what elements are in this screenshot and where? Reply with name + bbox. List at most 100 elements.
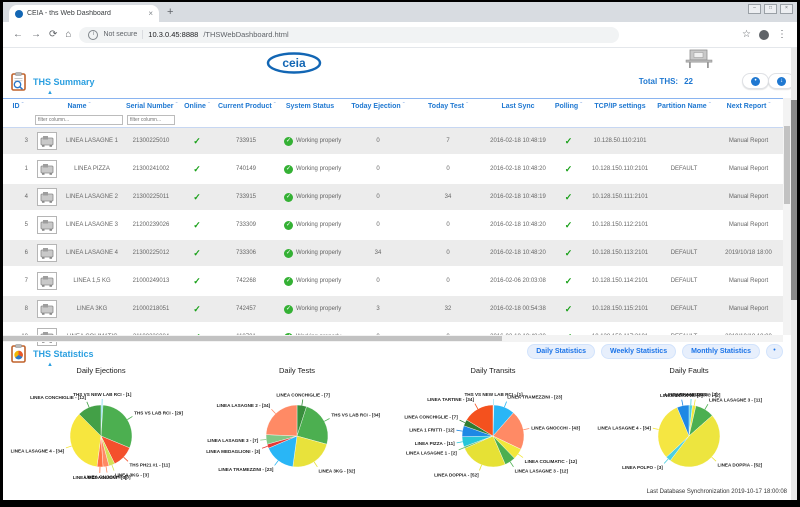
cell-current-product: 742457 bbox=[217, 295, 275, 323]
minimize-icon[interactable]: – bbox=[748, 4, 761, 14]
online-check-icon: ✓ bbox=[177, 128, 217, 156]
column-header-serial-number[interactable]: Serial Numberˆ bbox=[125, 99, 177, 128]
reload-icon[interactable]: ⟳ bbox=[49, 30, 57, 40]
pie-leader-line bbox=[479, 465, 481, 471]
profile-avatar[interactable] bbox=[759, 30, 769, 40]
machine-thumbnail[interactable] bbox=[37, 244, 57, 262]
sort-caret-icon[interactable]: ˆ bbox=[403, 103, 405, 109]
column-header-tcp-ip-settings[interactable]: TCP/IP settings bbox=[586, 99, 654, 128]
pie-leader-line bbox=[504, 402, 506, 408]
cell-today-test: 0 bbox=[411, 155, 485, 183]
cell-id: 5 bbox=[3, 211, 33, 239]
sort-caret-icon[interactable]: ˆ bbox=[580, 103, 582, 109]
column-header-name[interactable]: Nameˆ bbox=[33, 99, 125, 128]
logo-text: ceia bbox=[282, 56, 306, 70]
sort-caret-icon[interactable]: ˆ bbox=[22, 103, 24, 109]
summary-collapse-icon[interactable]: ▲ bbox=[47, 90, 53, 96]
more-statistics-button[interactable]: • bbox=[766, 344, 783, 359]
address-bar[interactable]: i Not secure 10.3.0.45:8888/THSWebDashbo… bbox=[79, 27, 619, 43]
table-row[interactable]: 8LINEA 3KG21000218051✓742457✓Working pro… bbox=[3, 295, 783, 323]
pie-leader-line bbox=[518, 454, 523, 458]
browser-menu-icon[interactable]: ⋮ bbox=[777, 30, 787, 40]
scrollbar-thumb[interactable] bbox=[3, 336, 502, 341]
column-header-id[interactable]: IDˆ bbox=[3, 99, 33, 128]
pie-leader-line bbox=[460, 420, 465, 423]
column-header-last-sync[interactable]: Last Sync bbox=[485, 99, 551, 128]
table-header-row: IDˆNameˆSerial NumberˆOnlineˆCurrent Pro… bbox=[3, 99, 783, 128]
cell-partition bbox=[654, 183, 714, 211]
pie-label: LINEA DOPPIA - [52] bbox=[434, 472, 479, 477]
machine-thumbnail[interactable] bbox=[37, 160, 57, 178]
column-header-today-ejection[interactable]: Today Ejectionˆ bbox=[345, 99, 411, 128]
sort-caret-icon[interactable]: ˆ bbox=[208, 103, 210, 109]
column-header-system-status[interactable]: System Status bbox=[275, 99, 345, 128]
back-icon[interactable]: ← bbox=[13, 30, 23, 40]
pie-chart: LINEA TRAMEZZINI - [2]LINEA COLIMATIC - … bbox=[591, 376, 787, 500]
status-ok-icon: ✓ bbox=[284, 249, 293, 258]
pie-leader-line bbox=[510, 462, 513, 467]
cell-partition: DEFAULT bbox=[654, 267, 714, 295]
machine-thumbnail[interactable] bbox=[37, 188, 57, 206]
sort-caret-icon[interactable]: ˆ bbox=[466, 103, 468, 109]
pie-label: LINEA MEDAGLIONI - [3] bbox=[206, 449, 260, 454]
cell-current-product: 733915 bbox=[217, 128, 275, 156]
machine-thumbnail[interactable] bbox=[37, 132, 57, 150]
table-row[interactable]: 1LINEA PIZZA21300241002✓740149✓Working p… bbox=[3, 155, 783, 183]
column-header-partition-name[interactable]: Partition Nameˆ bbox=[654, 99, 714, 128]
column-label: Online bbox=[184, 103, 206, 110]
close-icon[interactable]: × bbox=[780, 4, 793, 14]
tab-close-icon[interactable]: × bbox=[148, 10, 153, 18]
pie-label: LINEA LASAGNE 4 - [34] bbox=[597, 425, 651, 430]
column-header-today-test[interactable]: Today Testˆ bbox=[411, 99, 485, 128]
page-scrollbar[interactable] bbox=[791, 48, 797, 500]
sort-caret-icon[interactable]: ˆ bbox=[709, 103, 711, 109]
online-check-icon: ✓ bbox=[177, 155, 217, 183]
pie-label: LINEA TARTINE - [34] bbox=[427, 397, 474, 402]
cell-system-status: Working properly bbox=[296, 306, 341, 312]
filter-input[interactable] bbox=[35, 115, 123, 125]
browser-tab-bar: CEIA - ths Web Dashboard × + – □ × bbox=[3, 2, 797, 22]
column-header-current-product[interactable]: Current Productˆ bbox=[217, 99, 275, 128]
home-icon[interactable]: ⌂ bbox=[65, 30, 71, 40]
camera-icon: • bbox=[751, 77, 760, 86]
cell-tcpip: 10.128.150.114:2101 bbox=[586, 267, 654, 295]
status-ok-icon: ✓ bbox=[284, 165, 293, 174]
not-secure-icon[interactable]: i bbox=[88, 30, 98, 40]
table-row[interactable]: 7LINEA 1,5 KG21000249013✓742268✓Working … bbox=[3, 267, 783, 295]
browser-tab[interactable]: CEIA - ths Web Dashboard × bbox=[9, 5, 159, 22]
browser-toolbar: ← → ⟳ ⌂ i Not secure 10.3.0.45:8888/THSW… bbox=[3, 22, 797, 48]
sort-caret-icon[interactable]: ˆ bbox=[768, 103, 770, 109]
column-header-polling[interactable]: Pollingˆ bbox=[551, 99, 586, 128]
table-horizontal-scrollbar[interactable] bbox=[3, 335, 783, 342]
restore-icon[interactable]: □ bbox=[764, 4, 777, 14]
snapshot-button[interactable]: • bbox=[742, 73, 769, 89]
table-row[interactable]: 5LINEA LASAGNE 321200239026✓733309✓Worki… bbox=[3, 211, 783, 239]
table-row[interactable]: 3LINEA LASAGNE 121300225010✓733915✓Worki… bbox=[3, 128, 783, 156]
table-vertical-scrollbar[interactable] bbox=[783, 98, 791, 335]
sort-caret-icon[interactable]: ˆ bbox=[89, 103, 91, 109]
bookmark-star-icon[interactable]: ☆ bbox=[742, 30, 751, 40]
forward-icon[interactable]: → bbox=[31, 30, 41, 40]
cell-partition: DEFAULT bbox=[654, 155, 714, 183]
scrollbar-thumb[interactable] bbox=[784, 126, 790, 204]
pie-leader-line bbox=[87, 402, 89, 408]
pie-slice[interactable] bbox=[266, 405, 297, 436]
scrollbar-thumb[interactable] bbox=[791, 100, 797, 300]
table-row[interactable]: 6LINEA LASAGNE 421300225012✓733306✓Worki… bbox=[3, 239, 783, 267]
column-label: Serial Number bbox=[126, 103, 173, 110]
daily-statistics-button[interactable]: Daily Statistics bbox=[527, 344, 595, 359]
pie-leader-line bbox=[475, 404, 478, 409]
pie-leader-line bbox=[302, 399, 303, 405]
monthly-statistics-button[interactable]: Monthly Statistics bbox=[682, 344, 760, 359]
filter-input[interactable] bbox=[127, 115, 175, 125]
table-row[interactable]: 4LINEA LASAGNE 221300225011✓733915✓Worki… bbox=[3, 183, 783, 211]
machine-thumbnail[interactable] bbox=[37, 272, 57, 290]
new-tab-button[interactable]: + bbox=[167, 6, 173, 18]
column-header-next-report[interactable]: Next Reportˆ bbox=[714, 99, 783, 128]
weekly-statistics-button[interactable]: Weekly Statistics bbox=[601, 344, 676, 359]
not-secure-label: Not secure bbox=[103, 31, 137, 38]
column-header-online[interactable]: Onlineˆ bbox=[177, 99, 217, 128]
machine-thumbnail[interactable] bbox=[37, 216, 57, 234]
machine-thumbnail[interactable] bbox=[37, 300, 57, 318]
pie-label: LINEA LASAGNE 3 - [7] bbox=[207, 438, 258, 443]
